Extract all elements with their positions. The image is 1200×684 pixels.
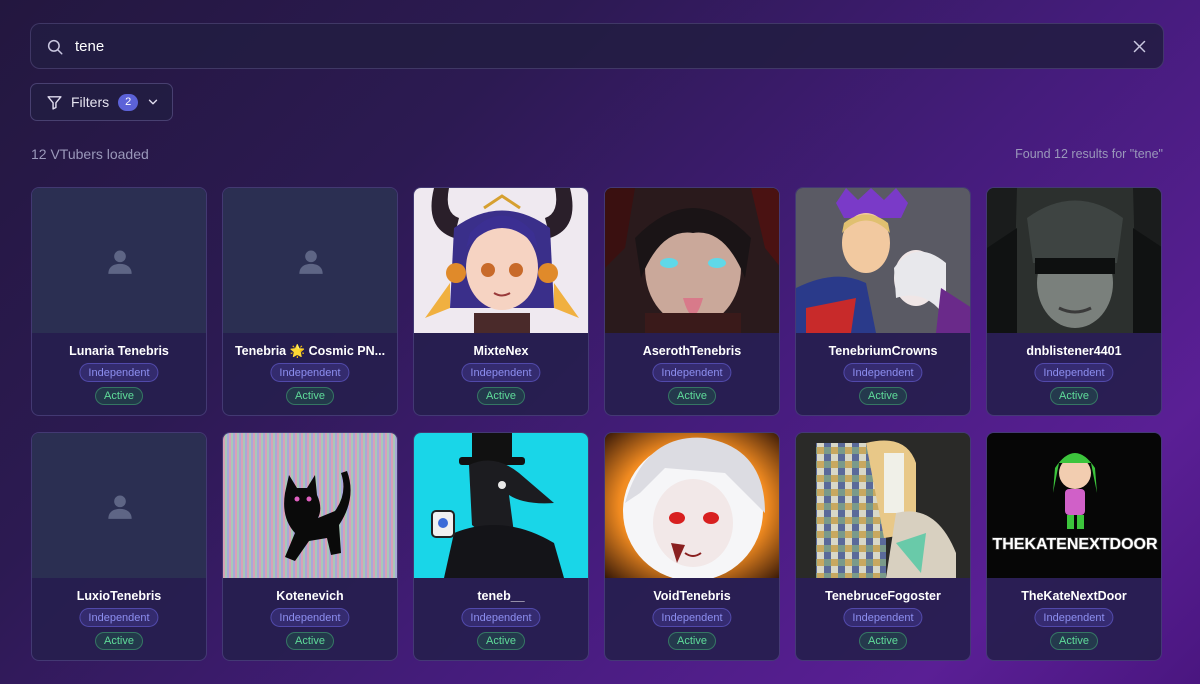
vtuber-card[interactable]: teneb__ Independent Active bbox=[413, 432, 589, 661]
status-badge: Active bbox=[1050, 387, 1098, 405]
status-badge: Active bbox=[859, 387, 907, 405]
vtuber-card[interactable]: Kotenevich Independent Active bbox=[222, 432, 398, 661]
affiliation-badge: Independent bbox=[79, 363, 159, 382]
vtuber-card[interactable]: AserothTenebris Independent Active bbox=[604, 187, 780, 416]
close-icon[interactable] bbox=[1132, 39, 1147, 54]
avatar-placeholder bbox=[32, 433, 206, 578]
card-name: teneb__ bbox=[477, 589, 525, 603]
card-name: TenebriumCrowns bbox=[828, 344, 938, 358]
avatar-image bbox=[223, 433, 397, 578]
search-input[interactable] bbox=[75, 34, 1115, 58]
avatar-image bbox=[605, 188, 779, 333]
status-badge: Active bbox=[477, 632, 525, 650]
user-icon bbox=[108, 250, 132, 274]
card-name: AserothTenebris bbox=[642, 344, 742, 358]
affiliation-badge: Independent bbox=[843, 608, 923, 627]
filter-icon bbox=[47, 95, 62, 110]
filters-button[interactable]: Filters 2 bbox=[30, 83, 173, 121]
status-badge: Active bbox=[95, 387, 143, 405]
card-name: dnblistener4401 bbox=[1026, 344, 1122, 358]
filters-label: Filters bbox=[71, 94, 110, 110]
avatar-image bbox=[414, 433, 588, 578]
affiliation-badge: Independent bbox=[1034, 363, 1114, 382]
vtuber-card[interactable]: dnblistener4401 Independent Active bbox=[986, 187, 1162, 416]
vtuber-card[interactable]: LuxioTenebris Independent Active bbox=[31, 432, 207, 661]
card-name: TheKateNextDoor bbox=[1021, 589, 1127, 603]
avatar-placeholder bbox=[223, 188, 397, 333]
user-icon bbox=[299, 250, 323, 274]
avatar-image bbox=[987, 188, 1161, 333]
vtuber-card[interactable]: Lunaria Tenebris Independent Active bbox=[31, 187, 207, 416]
status-badge: Active bbox=[668, 632, 716, 650]
avatar-image bbox=[796, 188, 970, 333]
avatar-placeholder bbox=[32, 188, 206, 333]
affiliation-badge: Independent bbox=[1034, 608, 1114, 627]
vtuber-card[interactable]: MixteNex Independent Active bbox=[413, 187, 589, 416]
status-badge: Active bbox=[668, 387, 716, 405]
affiliation-badge: Independent bbox=[270, 363, 350, 382]
status-badge: Active bbox=[477, 387, 525, 405]
card-name: VoidTenebris bbox=[653, 589, 731, 603]
card-name: MixteNex bbox=[473, 344, 529, 358]
affiliation-badge: Independent bbox=[652, 608, 732, 627]
avatar-image bbox=[605, 433, 779, 578]
vtuber-card[interactable]: Tenebria 🌟 Cosmic PN... Independent Acti… bbox=[222, 187, 398, 416]
status-badge: Active bbox=[1050, 632, 1098, 650]
status-badge: Active bbox=[859, 632, 907, 650]
status-badge: Active bbox=[286, 632, 334, 650]
affiliation-badge: Independent bbox=[652, 363, 732, 382]
search-bar[interactable] bbox=[30, 23, 1164, 69]
logo-text: THEKATENEXTDOOR bbox=[992, 536, 1157, 553]
loaded-count: 12 VTubers loaded bbox=[31, 146, 149, 162]
status-badge: Active bbox=[286, 387, 334, 405]
vtuber-card[interactable]: TenebriumCrowns Independent Active bbox=[795, 187, 971, 416]
search-icon bbox=[47, 39, 63, 55]
affiliation-badge: Independent bbox=[79, 608, 159, 627]
status-badge: Active bbox=[95, 632, 143, 650]
affiliation-badge: Independent bbox=[461, 363, 541, 382]
card-name: Kotenevich bbox=[276, 589, 344, 603]
results-summary: Found 12 results for "tene" bbox=[1015, 147, 1163, 161]
card-name: Tenebria 🌟 Cosmic PN... bbox=[234, 344, 386, 358]
card-name: TenebruceFogoster bbox=[825, 589, 941, 603]
card-name: LuxioTenebris bbox=[76, 589, 162, 603]
card-name: Lunaria Tenebris bbox=[69, 344, 169, 358]
vtuber-card[interactable]: TenebruceFogoster Independent Active bbox=[795, 432, 971, 661]
user-icon bbox=[108, 495, 132, 519]
avatar-image: THEKATENEXTDOOR bbox=[987, 433, 1161, 578]
affiliation-badge: Independent bbox=[461, 608, 541, 627]
chevron-down-icon bbox=[148, 99, 158, 105]
avatar-image bbox=[796, 433, 970, 578]
avatar-image bbox=[414, 188, 588, 333]
affiliation-badge: Independent bbox=[843, 363, 923, 382]
filters-count-badge: 2 bbox=[118, 93, 139, 111]
affiliation-badge: Independent bbox=[270, 608, 350, 627]
vtuber-card[interactable]: VoidTenebris Independent Active bbox=[604, 432, 780, 661]
vtuber-card[interactable]: THEKATENEXTDOOR TheKateNextDoor Independ… bbox=[986, 432, 1162, 661]
